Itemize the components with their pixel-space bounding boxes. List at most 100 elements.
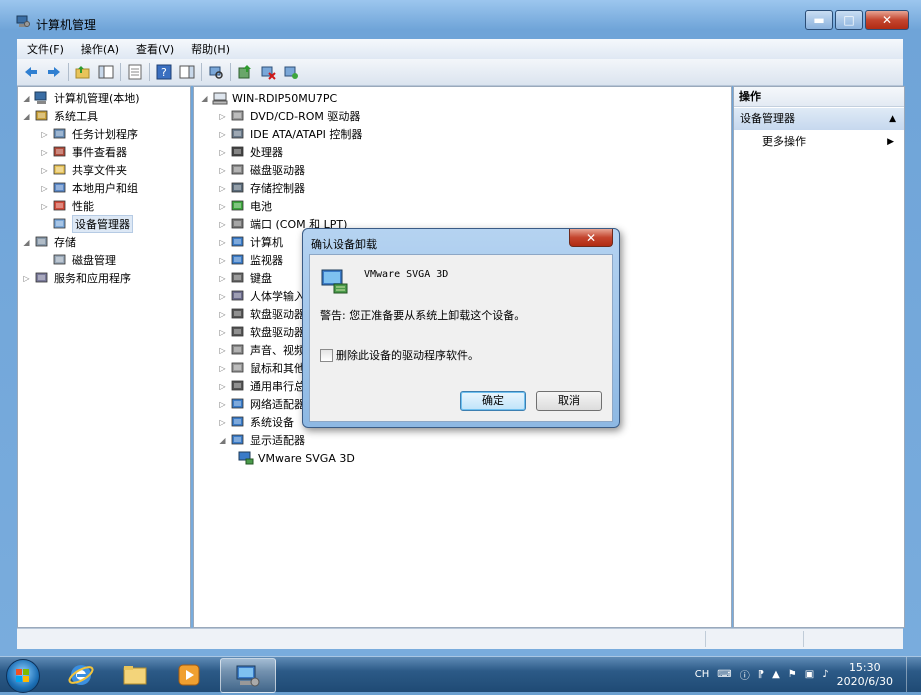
tree-item[interactable]: ▷ 共享文件夹 [40, 161, 127, 179]
expand-icon[interactable]: ▷ [218, 364, 227, 373]
action-center-flag-icon[interactable]: ⚑ [788, 669, 797, 680]
expand-icon[interactable]: ▷ [218, 112, 227, 121]
expand-icon[interactable]: ▷ [218, 166, 227, 175]
device-category[interactable]: ▷ 计算机 [218, 233, 283, 251]
delete-driver-checkbox[interactable] [320, 348, 333, 362]
device-category[interactable]: ▷ 监视器 [218, 251, 283, 269]
actions-section-device-manager[interactable]: 设备管理器 ▲ [734, 108, 904, 130]
expand-icon[interactable]: ▷ [40, 148, 49, 157]
network-icon[interactable]: ▣ [805, 669, 814, 680]
taskbar-computer-management[interactable] [220, 658, 276, 693]
expand-icon[interactable]: ▷ [218, 130, 227, 139]
tree-item[interactable]: ▷ 任务计划程序 [40, 125, 138, 143]
show-hide-tree-button[interactable] [97, 63, 115, 81]
device-vmware-svga[interactable]: VMware SVGA 3D [238, 449, 355, 467]
dialog-close-button[interactable]: ✕ [569, 229, 613, 247]
enable-device-button[interactable] [282, 63, 300, 81]
clock[interactable]: 15:30 2020/6/30 [837, 661, 901, 689]
tree-item[interactable]: ▷ 本地用户和组 [40, 179, 138, 197]
help-icon[interactable]: ⓘ [740, 667, 750, 682]
menu-help[interactable]: 帮助(H) [191, 41, 230, 57]
title-bar[interactable]: 计算机管理 ▬ □ ✕ [0, 0, 921, 38]
collapse-icon[interactable]: ◢ [218, 436, 227, 445]
collapse-icon[interactable]: ◢ [22, 94, 31, 103]
volume-icon[interactable]: ♪ [822, 669, 828, 680]
taskbar-explorer[interactable] [108, 658, 162, 691]
ime-options-icon[interactable]: ⁋ [758, 669, 764, 680]
help-button[interactable]: ? [155, 63, 173, 81]
menu-action[interactable]: 操作(A) [81, 41, 119, 57]
cancel-button[interactable]: 取消 [536, 391, 602, 411]
delete-driver-checkbox-label[interactable]: 删除此设备的驱动程序软件。 [336, 347, 479, 363]
collapse-icon[interactable]: ◢ [22, 112, 31, 121]
expand-icon[interactable]: ▷ [218, 328, 227, 337]
device-category[interactable]: ▷ 软盘驱动器 [218, 305, 305, 323]
forward-button[interactable] [45, 63, 63, 81]
delete-driver-checkbox-row[interactable]: 删除此设备的驱动程序软件。 [320, 347, 479, 363]
expand-icon[interactable]: ▷ [218, 238, 227, 247]
device-category[interactable]: ▷ DVD/CD-ROM 驱动器 [218, 107, 360, 125]
device-category[interactable]: ▷ 系统设备 [218, 413, 294, 431]
device-category[interactable]: ▷ 存储控制器 [218, 179, 305, 197]
collapse-icon[interactable]: ◢ [22, 238, 31, 247]
menu-file[interactable]: 文件(F) [27, 41, 64, 57]
collapse-icon[interactable]: ◢ [200, 94, 209, 103]
language-indicator[interactable]: CH [695, 669, 710, 680]
tree-item[interactable]: 设备管理器 [40, 215, 133, 233]
tree-item[interactable]: ◢ 系统工具 [22, 107, 98, 125]
device-tree-root[interactable]: ◢ WIN-RDIP50MU7PC [200, 89, 337, 107]
tree-item[interactable]: 磁盘管理 [40, 251, 116, 269]
tree-root[interactable]: ◢ 计算机管理(本地) [22, 89, 140, 107]
uninstall-device-button[interactable] [259, 63, 277, 81]
up-folder-button[interactable] [74, 63, 92, 81]
back-button[interactable] [22, 63, 40, 81]
device-category[interactable]: ▷ 声音、视频 [218, 341, 305, 359]
tree-item[interactable]: ▷ 性能 [40, 197, 94, 215]
taskbar-internet-explorer[interactable] [54, 658, 108, 691]
expand-icon[interactable]: ▷ [40, 184, 49, 193]
device-category[interactable]: ▷ 磁盘驱动器 [218, 161, 305, 179]
expand-icon[interactable]: ▷ [218, 274, 227, 283]
start-button[interactable] [6, 659, 40, 693]
expand-icon[interactable]: ▷ [22, 274, 31, 283]
tree-item[interactable]: ▷ 服务和应用程序 [22, 269, 131, 287]
more-actions-item[interactable]: 更多操作 ▶ [762, 133, 902, 151]
expand-icon[interactable]: ▷ [218, 400, 227, 409]
device-category[interactable]: ▷ 网络适配器 [218, 395, 305, 413]
device-category[interactable]: ▷ 软盘驱动器 [218, 323, 305, 341]
device-category[interactable]: ▷ 鼠标和其他 [218, 359, 305, 377]
ok-button[interactable]: 确定 [460, 391, 526, 411]
device-category[interactable]: ▷ 人体学输入 [218, 287, 305, 305]
expand-icon[interactable]: ▷ [40, 202, 49, 211]
properties-button[interactable] [126, 63, 144, 81]
show-hidden-icons-icon[interactable]: ▲ [772, 669, 780, 680]
maximize-button[interactable]: □ [835, 10, 863, 30]
expand-icon[interactable]: ▷ [218, 418, 227, 427]
tree-item[interactable]: ◢ 存储 [22, 233, 76, 251]
keyboard-icon[interactable]: ⌨ [717, 669, 731, 680]
taskbar-media-player[interactable] [162, 658, 216, 691]
device-category[interactable]: ▷ 电池 [218, 197, 272, 215]
expand-icon[interactable]: ▷ [218, 220, 227, 229]
expand-icon[interactable]: ▷ [218, 310, 227, 319]
device-category[interactable]: ▷ 处理器 [218, 143, 283, 161]
expand-icon[interactable]: ▷ [218, 202, 227, 211]
menu-view[interactable]: 查看(V) [136, 41, 174, 57]
device-category[interactable]: ▷ 键盘 [218, 269, 272, 287]
expand-icon[interactable]: ▷ [218, 148, 227, 157]
tree-item[interactable]: ▷ 事件查看器 [40, 143, 127, 161]
expand-icon[interactable]: ▷ [218, 346, 227, 355]
expand-icon[interactable]: ▷ [218, 256, 227, 265]
expand-icon[interactable]: ▷ [218, 292, 227, 301]
device-category[interactable]: ◢ 显示适配器 [218, 431, 305, 449]
expand-icon[interactable]: ▷ [218, 382, 227, 391]
scan-hardware-button[interactable] [207, 63, 225, 81]
show-desktop-button[interactable] [906, 657, 921, 692]
update-driver-button[interactable] [236, 63, 254, 81]
close-button[interactable]: ✕ [865, 10, 909, 30]
device-category[interactable]: ▷ 通用串行总 [218, 377, 305, 395]
minimize-button[interactable]: ▬ [805, 10, 833, 30]
device-category[interactable]: ▷ IDE ATA/ATAPI 控制器 [218, 125, 362, 143]
expand-icon[interactable]: ▷ [218, 184, 227, 193]
expand-icon[interactable]: ▷ [40, 166, 49, 175]
